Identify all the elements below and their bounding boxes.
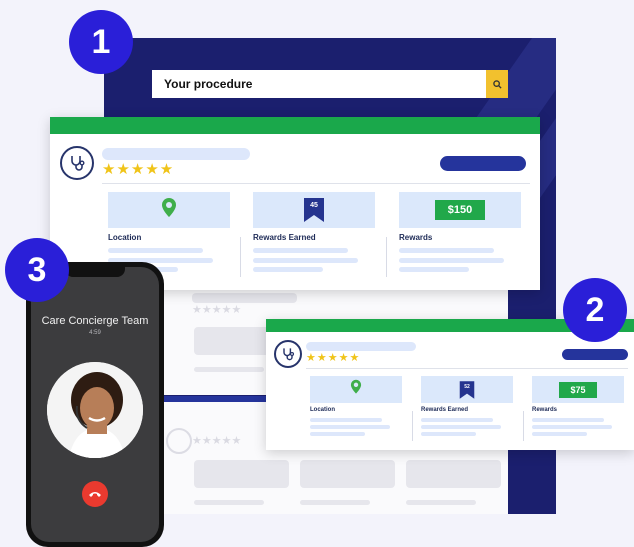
call-screen: Care Concierge Team 4:59	[31, 267, 159, 542]
step-badge-3: 3	[5, 238, 69, 302]
rewards-earned-tile: 52	[421, 376, 513, 403]
stethoscope-icon	[60, 146, 94, 180]
provider-name-placeholder	[306, 342, 416, 351]
call-duration: 4:59	[89, 330, 101, 336]
rewards-earned-count: 45	[310, 202, 318, 209]
card-header-bar	[50, 117, 540, 134]
rewards-earned-label: Rewards Earned	[421, 407, 469, 413]
procedure-search-input[interactable]: Your procedure	[152, 70, 508, 98]
provider-name-placeholder	[102, 148, 250, 160]
book-button[interactable]	[440, 156, 526, 171]
rewards-earned-tile: 45	[253, 192, 375, 228]
rewards-label: Rewards	[532, 407, 558, 413]
location-label: Location	[108, 233, 142, 242]
step-badge-2: 2	[563, 278, 627, 342]
search-icon[interactable]	[486, 70, 508, 98]
rewards-label: Rewards	[399, 233, 433, 242]
map-pin-icon	[350, 379, 362, 400]
divider	[306, 368, 628, 369]
stethoscope-icon	[274, 340, 302, 368]
search-input-text: Your procedure	[164, 77, 253, 91]
reward-price: $150	[435, 200, 485, 220]
caller-name: Care Concierge Team	[41, 315, 149, 327]
reward-price: $75	[559, 381, 597, 398]
location-tile	[310, 376, 402, 403]
phone-notch	[65, 267, 125, 277]
step-badge-2-number: 2	[585, 290, 605, 329]
rating-stars: ★★★★★	[102, 161, 175, 178]
bookmark-icon: 52	[459, 380, 475, 399]
rewards-earned-count: 52	[464, 383, 470, 390]
divider	[102, 183, 530, 184]
rewards-tile: $150	[399, 192, 521, 228]
caller-avatar	[47, 362, 143, 458]
provider-card-secondary[interactable]: ★★★★★ Location 52 Rewards Earned $75 Rew…	[266, 319, 634, 450]
location-label: Location	[310, 407, 335, 413]
rating-stars: ★★★★★	[306, 352, 361, 364]
location-tile	[108, 192, 230, 228]
book-button[interactable]	[562, 349, 628, 360]
phone-hangup-icon[interactable]	[82, 481, 108, 507]
rewards-tile: $75	[532, 376, 624, 403]
rewards-earned-label: Rewards Earned	[253, 233, 316, 242]
step-badge-1-number: 1	[91, 22, 111, 61]
step-badge-1: 1	[69, 10, 133, 74]
bookmark-icon: 45	[303, 198, 325, 222]
step-badge-3-number: 3	[27, 250, 47, 289]
map-pin-icon	[161, 197, 177, 224]
